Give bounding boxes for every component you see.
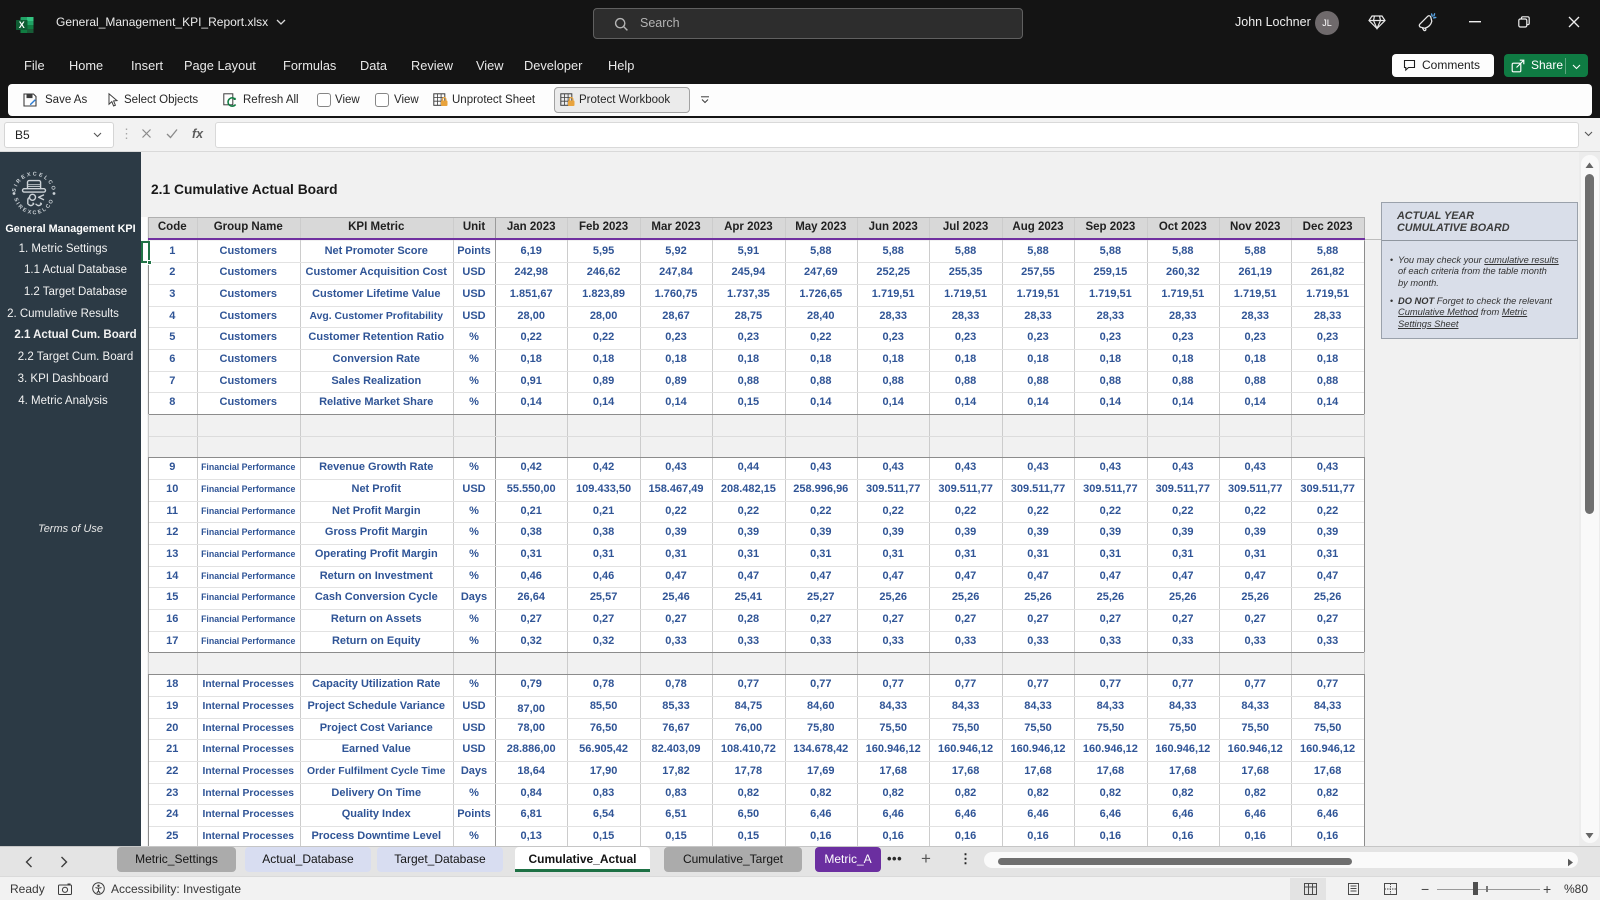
svg-text:X: X xyxy=(19,20,25,30)
svg-text:SIREXCELCO: SIREXCELCO xyxy=(12,171,57,192)
